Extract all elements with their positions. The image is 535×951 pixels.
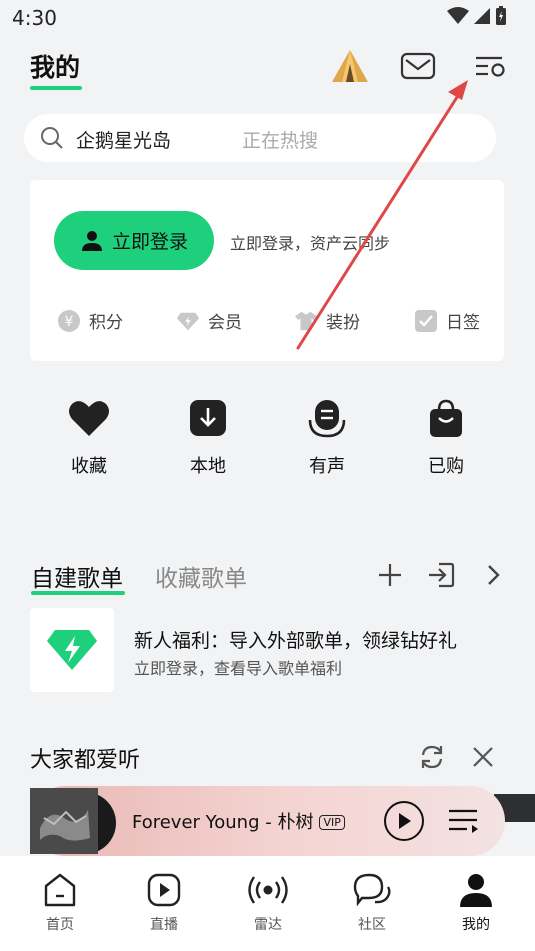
chevron-right-icon bbox=[488, 565, 500, 585]
playlist-icon bbox=[449, 809, 478, 833]
refresh-icon bbox=[421, 745, 443, 769]
quick-item-audio[interactable]: 有声 bbox=[287, 398, 367, 478]
player-track: Forever Young - 朴树 VIP bbox=[132, 808, 345, 834]
tshirt-icon bbox=[294, 309, 318, 333]
import-promo[interactable]: 新人福利：导入外部歌单，领绿钻好礼 立即登录，查看导入歌单福利 bbox=[30, 608, 510, 692]
quick-item-purchased[interactable]: 已购 bbox=[406, 398, 486, 478]
quick-item-local[interactable]: 本地 bbox=[168, 398, 248, 478]
import-playlist-button[interactable] bbox=[425, 559, 457, 591]
recommend-title: 大家都爱听 bbox=[30, 748, 141, 773]
diamond-icon bbox=[176, 309, 200, 333]
search-icon bbox=[41, 127, 63, 149]
quick-item-favorites[interactable]: 收藏 bbox=[49, 398, 129, 478]
radar-icon bbox=[248, 876, 288, 904]
yuan-coin-icon: ¥ bbox=[57, 309, 81, 333]
community-chat-icon bbox=[353, 873, 391, 907]
quick-label: 已购 bbox=[428, 456, 464, 477]
search-bar[interactable]: 企鹅星光岛 正在热搜 bbox=[24, 114, 496, 162]
signal-icon bbox=[474, 8, 490, 24]
quick-label: 本地 bbox=[190, 456, 226, 477]
search-hint: 正在热搜 bbox=[242, 130, 319, 152]
quick-label: 有声 bbox=[309, 456, 345, 477]
wifi-icon bbox=[447, 7, 469, 24]
nav-label: 直播 bbox=[150, 917, 178, 933]
tent-icon[interactable] bbox=[330, 46, 370, 86]
live-play-icon bbox=[147, 873, 181, 907]
promo-title: 新人福利：导入外部歌单，领绿钻好礼 bbox=[134, 630, 458, 652]
nav-label: 首页 bbox=[46, 917, 74, 933]
nav-community[interactable]: 社区 bbox=[332, 872, 412, 934]
home-icon bbox=[44, 873, 76, 907]
status-bar: 4:30 bbox=[0, 0, 535, 36]
card-item-dress[interactable]: 装扮 bbox=[294, 308, 360, 333]
tab-created-playlists[interactable]: 自建歌单 bbox=[31, 559, 123, 593]
login-button[interactable]: 立即登录 bbox=[54, 211, 214, 270]
tab-mine[interactable]: 我的 bbox=[30, 48, 80, 84]
settings-menu-icon[interactable] bbox=[470, 46, 510, 86]
nav-home[interactable]: 首页 bbox=[20, 872, 100, 934]
svg-text:¥: ¥ bbox=[65, 314, 74, 330]
login-description: 立即登录，资产云同步 bbox=[230, 234, 391, 253]
shopping-bag-icon bbox=[430, 399, 462, 437]
card-item-vip[interactable]: 会员 bbox=[176, 308, 242, 333]
card-item-label: 积分 bbox=[89, 313, 123, 333]
more-playlists-button[interactable] bbox=[477, 559, 509, 591]
promo-thumbnail bbox=[30, 608, 114, 692]
close-icon bbox=[473, 747, 493, 767]
album-cover bbox=[30, 788, 98, 854]
play-icon bbox=[399, 813, 411, 829]
close-recommend-button[interactable] bbox=[466, 740, 500, 774]
vip-badge: VIP bbox=[319, 815, 345, 830]
card-item-label: 日签 bbox=[446, 313, 480, 333]
card-item-daily[interactable]: 日签 bbox=[414, 308, 480, 333]
card-item-label: 会员 bbox=[208, 313, 242, 333]
quick-label: 收藏 bbox=[71, 456, 107, 477]
login-card: 立即登录 立即登录，资产云同步 ¥ 积分 会员 装扮 日签 bbox=[30, 180, 504, 361]
import-icon bbox=[429, 562, 455, 588]
promo-subtitle: 立即登录，查看导入歌单福利 bbox=[134, 659, 343, 678]
search-text: 企鹅星光岛 bbox=[76, 130, 172, 152]
quick-actions: 收藏 本地 有声 已购 bbox=[0, 398, 535, 478]
user-icon bbox=[81, 230, 102, 251]
mini-player[interactable]: Forever Young - 朴树 VIP bbox=[30, 786, 505, 856]
status-time: 4:30 bbox=[12, 6, 57, 30]
add-playlist-button[interactable] bbox=[374, 559, 406, 591]
login-button-label: 立即登录 bbox=[111, 231, 188, 253]
card-shortcuts: ¥ 积分 会员 装扮 日签 bbox=[30, 308, 504, 336]
microphone-icon bbox=[308, 400, 346, 438]
mail-icon[interactable] bbox=[398, 46, 438, 86]
status-icons bbox=[447, 6, 507, 26]
playlist-tabs: 自建歌单 收藏歌单 bbox=[0, 555, 535, 595]
plus-icon bbox=[379, 564, 401, 586]
green-diamond-icon bbox=[47, 630, 97, 670]
nav-radar[interactable]: 雷达 bbox=[228, 872, 308, 934]
check-square-icon bbox=[414, 309, 438, 333]
recommend-header: 大家都爱听 bbox=[0, 738, 535, 778]
card-item-label: 装扮 bbox=[326, 313, 360, 333]
download-icon bbox=[190, 400, 226, 436]
nav-label: 雷达 bbox=[254, 917, 282, 933]
bottom-nav: 首页 直播 雷达 社区 我的 bbox=[0, 856, 535, 951]
playlist-button[interactable] bbox=[447, 806, 481, 836]
profile-icon bbox=[460, 874, 492, 907]
refresh-button[interactable] bbox=[415, 740, 449, 774]
nav-mine[interactable]: 我的 bbox=[436, 872, 516, 934]
tab-mine-underline bbox=[30, 86, 82, 90]
nav-label: 社区 bbox=[358, 917, 386, 933]
header: 我的 bbox=[0, 40, 535, 100]
battery-icon bbox=[496, 6, 506, 25]
heart-icon bbox=[69, 401, 109, 436]
tab-collected-playlists[interactable]: 收藏歌单 bbox=[155, 559, 247, 593]
player-title: Forever Young - 朴树 bbox=[132, 812, 314, 833]
play-button[interactable] bbox=[384, 801, 424, 841]
nav-live[interactable]: 直播 bbox=[124, 872, 204, 934]
card-item-points[interactable]: ¥ 积分 bbox=[57, 308, 123, 333]
nav-label: 我的 bbox=[462, 917, 490, 933]
tab-created-underline bbox=[31, 591, 125, 595]
